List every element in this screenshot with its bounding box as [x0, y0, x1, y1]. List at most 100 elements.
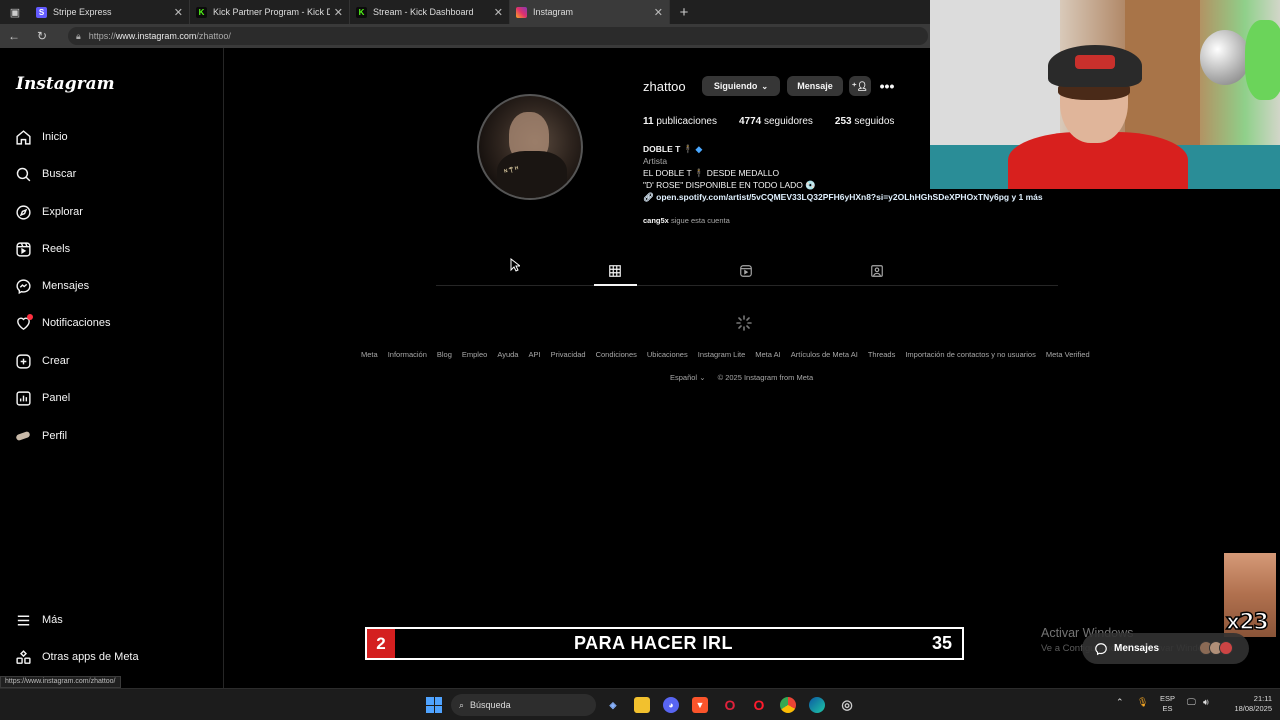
opera-gx-icon[interactable]: O [722, 697, 738, 713]
discord-icon[interactable]: ◕ [663, 697, 679, 713]
taskbar-clock[interactable]: 21:11 18/08/2025 [1224, 694, 1272, 714]
file-explorer-icon[interactable] [634, 697, 650, 713]
footer-link[interactable]: Ayuda [497, 350, 518, 359]
sidebar-item-label: Perfil [42, 430, 68, 442]
status-bar-url: https://www.instagram.com/zhattoo/ [0, 676, 121, 688]
sidebar-item-crear[interactable]: Crear [14, 352, 70, 370]
chrome-icon[interactable] [780, 697, 796, 713]
microphone-icon[interactable]: 🎙︎ [1137, 697, 1148, 708]
taskbar-search[interactable]: ⌕ Búsqueda [451, 694, 596, 716]
sidebar-item-panel[interactable]: Panel [14, 389, 70, 407]
business-suit-icon: 🕴 [682, 144, 694, 154]
webcam-cap-logo [1075, 55, 1115, 69]
tab-reels[interactable] [737, 262, 755, 280]
footer-link[interactable]: Empleo [462, 350, 487, 359]
volume-icon[interactable]: 🔊︎ [1203, 697, 1209, 708]
footer-link[interactable]: Meta AI [755, 350, 780, 359]
tab-kick-stream[interactable]: K Stream - Kick Dashboard ✕ [350, 0, 510, 24]
footer-link[interactable]: Threads [868, 350, 896, 359]
tagged-icon [871, 265, 883, 277]
sidebar-item-label: Otras apps de Meta [42, 651, 139, 663]
obs-icon[interactable]: ◎ [839, 697, 855, 713]
meme-overlay: x23 [1224, 553, 1276, 637]
webcam-balloon [1200, 30, 1250, 85]
new-tab-icon[interactable]: + [670, 0, 698, 24]
messages-pill-label: Mensajes [1114, 643, 1160, 654]
tab-stripe[interactable]: S Stripe Express ✕ [30, 0, 190, 24]
taskbar-search-label: Búsqueda [470, 700, 511, 710]
footer-link[interactable]: API [528, 350, 540, 359]
footer-link[interactable]: Meta Verified [1046, 350, 1090, 359]
profile-avatar[interactable]: ᴺ ⍑ ᴴ [477, 94, 583, 200]
profile-link[interactable]: 🔗︎ open.spotify.com/artist/5vCQMEV33LQ32… [643, 191, 1043, 203]
close-icon[interactable]: ✕ [334, 6, 343, 19]
tab-title: Instagram [533, 7, 574, 17]
add-person-button[interactable]: ⁺👤︎ [849, 76, 871, 96]
back-icon[interactable]: ← [0, 24, 28, 48]
network-icon[interactable]: 🖵︎ [1187, 697, 1196, 708]
webcam-balloon [1245, 20, 1280, 100]
messages-pill[interactable]: Mensajes [1082, 633, 1249, 664]
windows-start-icon[interactable] [426, 697, 442, 713]
reels-icon [740, 265, 752, 277]
tab-posts-grid[interactable] [606, 262, 624, 280]
sidebar-item-perfil[interactable]: Perfil [14, 427, 67, 445]
widgets-icon[interactable]: ◈ [605, 697, 621, 713]
more-options-icon[interactable]: ••• [877, 76, 897, 96]
close-icon[interactable]: ✕ [654, 6, 663, 19]
url-input[interactable]: 🔒︎ https://www.instagram.com/zhattoo/ [68, 27, 928, 45]
reload-icon[interactable]: ↻ [28, 24, 56, 48]
footer-link[interactable]: Condiciones [596, 350, 637, 359]
language-indicator[interactable]: ESP ES [1160, 694, 1175, 714]
sidebar-item-otras-apps[interactable]: Otras apps de Meta [14, 648, 139, 666]
sidebar-item-reels[interactable]: Reels [14, 240, 70, 258]
tab-instagram[interactable]: Instagram ✕ [510, 0, 670, 24]
stripe-favicon-icon: S [36, 6, 47, 18]
avatar [1219, 641, 1233, 655]
menu-icon [14, 611, 32, 629]
plus-square-icon [14, 352, 32, 370]
footer-link[interactable]: Instagram Lite [698, 350, 746, 359]
followed-by[interactable]: cang5x sigue esta cuenta [643, 216, 730, 225]
posts-stat[interactable]: 11 publicaciones [643, 116, 717, 127]
link-icon: 🔗︎ [643, 192, 657, 202]
footer-link[interactable]: Artículos de Meta AI [791, 350, 858, 359]
sidebar-item-mensajes[interactable]: Mensajes [14, 277, 89, 295]
edge-icon[interactable] [809, 697, 825, 713]
profile-username: zhattoo [643, 79, 686, 94]
sidebar-item-mas[interactable]: Más [14, 611, 63, 629]
following-button[interactable]: Siguiendo ⌄ [702, 76, 780, 96]
tab-actions-icon[interactable]: ▣ [0, 0, 30, 24]
footer-link[interactable]: Blog [437, 350, 452, 359]
loading-spinner-icon [736, 315, 752, 331]
footer-link[interactable]: Privacidad [551, 350, 586, 359]
brave-icon[interactable]: ▼ [692, 697, 708, 713]
sidebar-item-notificaciones[interactable]: Notificaciones [14, 314, 110, 332]
footer-link[interactable]: Información [388, 350, 427, 359]
message-button[interactable]: Mensaje [787, 76, 843, 96]
close-icon[interactable]: ✕ [494, 6, 503, 19]
footer-link[interactable]: Ubicaciones [647, 350, 688, 359]
close-icon[interactable]: ✕ [174, 6, 183, 19]
tab-tagged[interactable] [868, 262, 886, 280]
footer-links: Meta Información Blog Empleo Ayuda API P… [361, 350, 1090, 359]
tab-kick-partner[interactable]: K Kick Partner Program - Kick Dash ✕ [190, 0, 350, 24]
kick-favicon-icon: K [196, 6, 207, 18]
instagram-logo[interactable]: Instagram [16, 74, 115, 94]
sidebar-item-label: Reels [42, 243, 71, 255]
sidebar-item-inicio[interactable]: Inicio [14, 128, 68, 146]
grid-icon [609, 265, 621, 277]
footer-link[interactable]: Importación de contactos y no usuarios [905, 350, 1036, 359]
tab-title: Stream - Kick Dashboard [373, 7, 474, 17]
sidebar-item-explorar[interactable]: Explorar [14, 203, 83, 221]
sidebar-item-buscar[interactable]: Buscar [14, 165, 76, 183]
notification-dot [27, 314, 33, 320]
add-person-icon: ⁺👤︎ [851, 80, 869, 91]
language-select[interactable]: Español ⌄ [670, 373, 706, 382]
sidebar-item-label: Más [42, 614, 63, 626]
tray-chevron-up-icon[interactable]: ⌃ [1116, 697, 1124, 708]
opera-icon[interactable]: O [751, 697, 767, 713]
footer-link[interactable]: Meta [361, 350, 378, 359]
following-stat[interactable]: 253 seguidos [835, 116, 895, 127]
followers-stat[interactable]: 4774 seguidores [739, 116, 813, 127]
